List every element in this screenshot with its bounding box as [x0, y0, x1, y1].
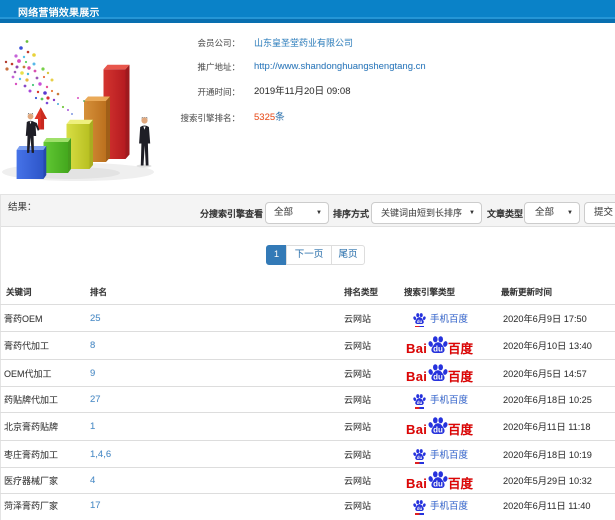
svg-text:du: du — [433, 372, 443, 381]
svg-text:du: du — [433, 480, 443, 489]
svg-text:du: du — [417, 319, 423, 324]
svg-text:du: du — [433, 345, 443, 354]
svg-text:du: du — [433, 426, 443, 435]
svg-text:du: du — [417, 400, 423, 405]
svg-text:du: du — [417, 455, 423, 460]
svg-text:du: du — [417, 506, 423, 511]
